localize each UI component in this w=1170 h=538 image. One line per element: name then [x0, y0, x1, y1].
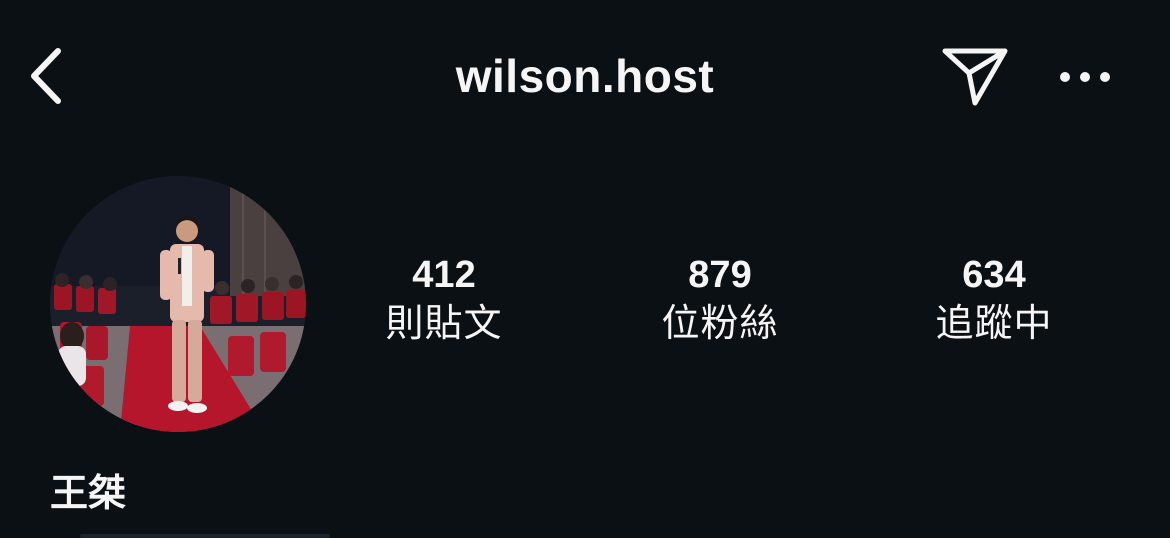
partial-element-edge	[80, 534, 330, 538]
followers-count: 879	[688, 254, 752, 296]
following-count: 634	[962, 254, 1026, 296]
profile-stats: 412 則貼文 879 位粉絲 634 追蹤中	[0, 252, 1170, 362]
top-navigation-bar: wilson.host	[0, 0, 1170, 150]
followers-label: 位粉絲	[661, 303, 779, 345]
more-options-button[interactable]	[1050, 52, 1120, 102]
share-profile-button[interactable]	[938, 42, 1012, 110]
posts-count: 412	[412, 254, 476, 296]
following-stat[interactable]: 634 追蹤中	[894, 252, 1094, 350]
profile-display-name: 王桀	[50, 473, 127, 515]
posts-label: 則貼文	[385, 303, 503, 345]
posts-stat[interactable]: 412 則貼文	[344, 252, 544, 350]
paper-plane-icon	[942, 48, 1008, 106]
followers-stat[interactable]: 879 位粉絲	[620, 252, 820, 350]
ellipsis-icon	[1060, 72, 1110, 82]
following-label: 追蹤中	[935, 303, 1053, 345]
